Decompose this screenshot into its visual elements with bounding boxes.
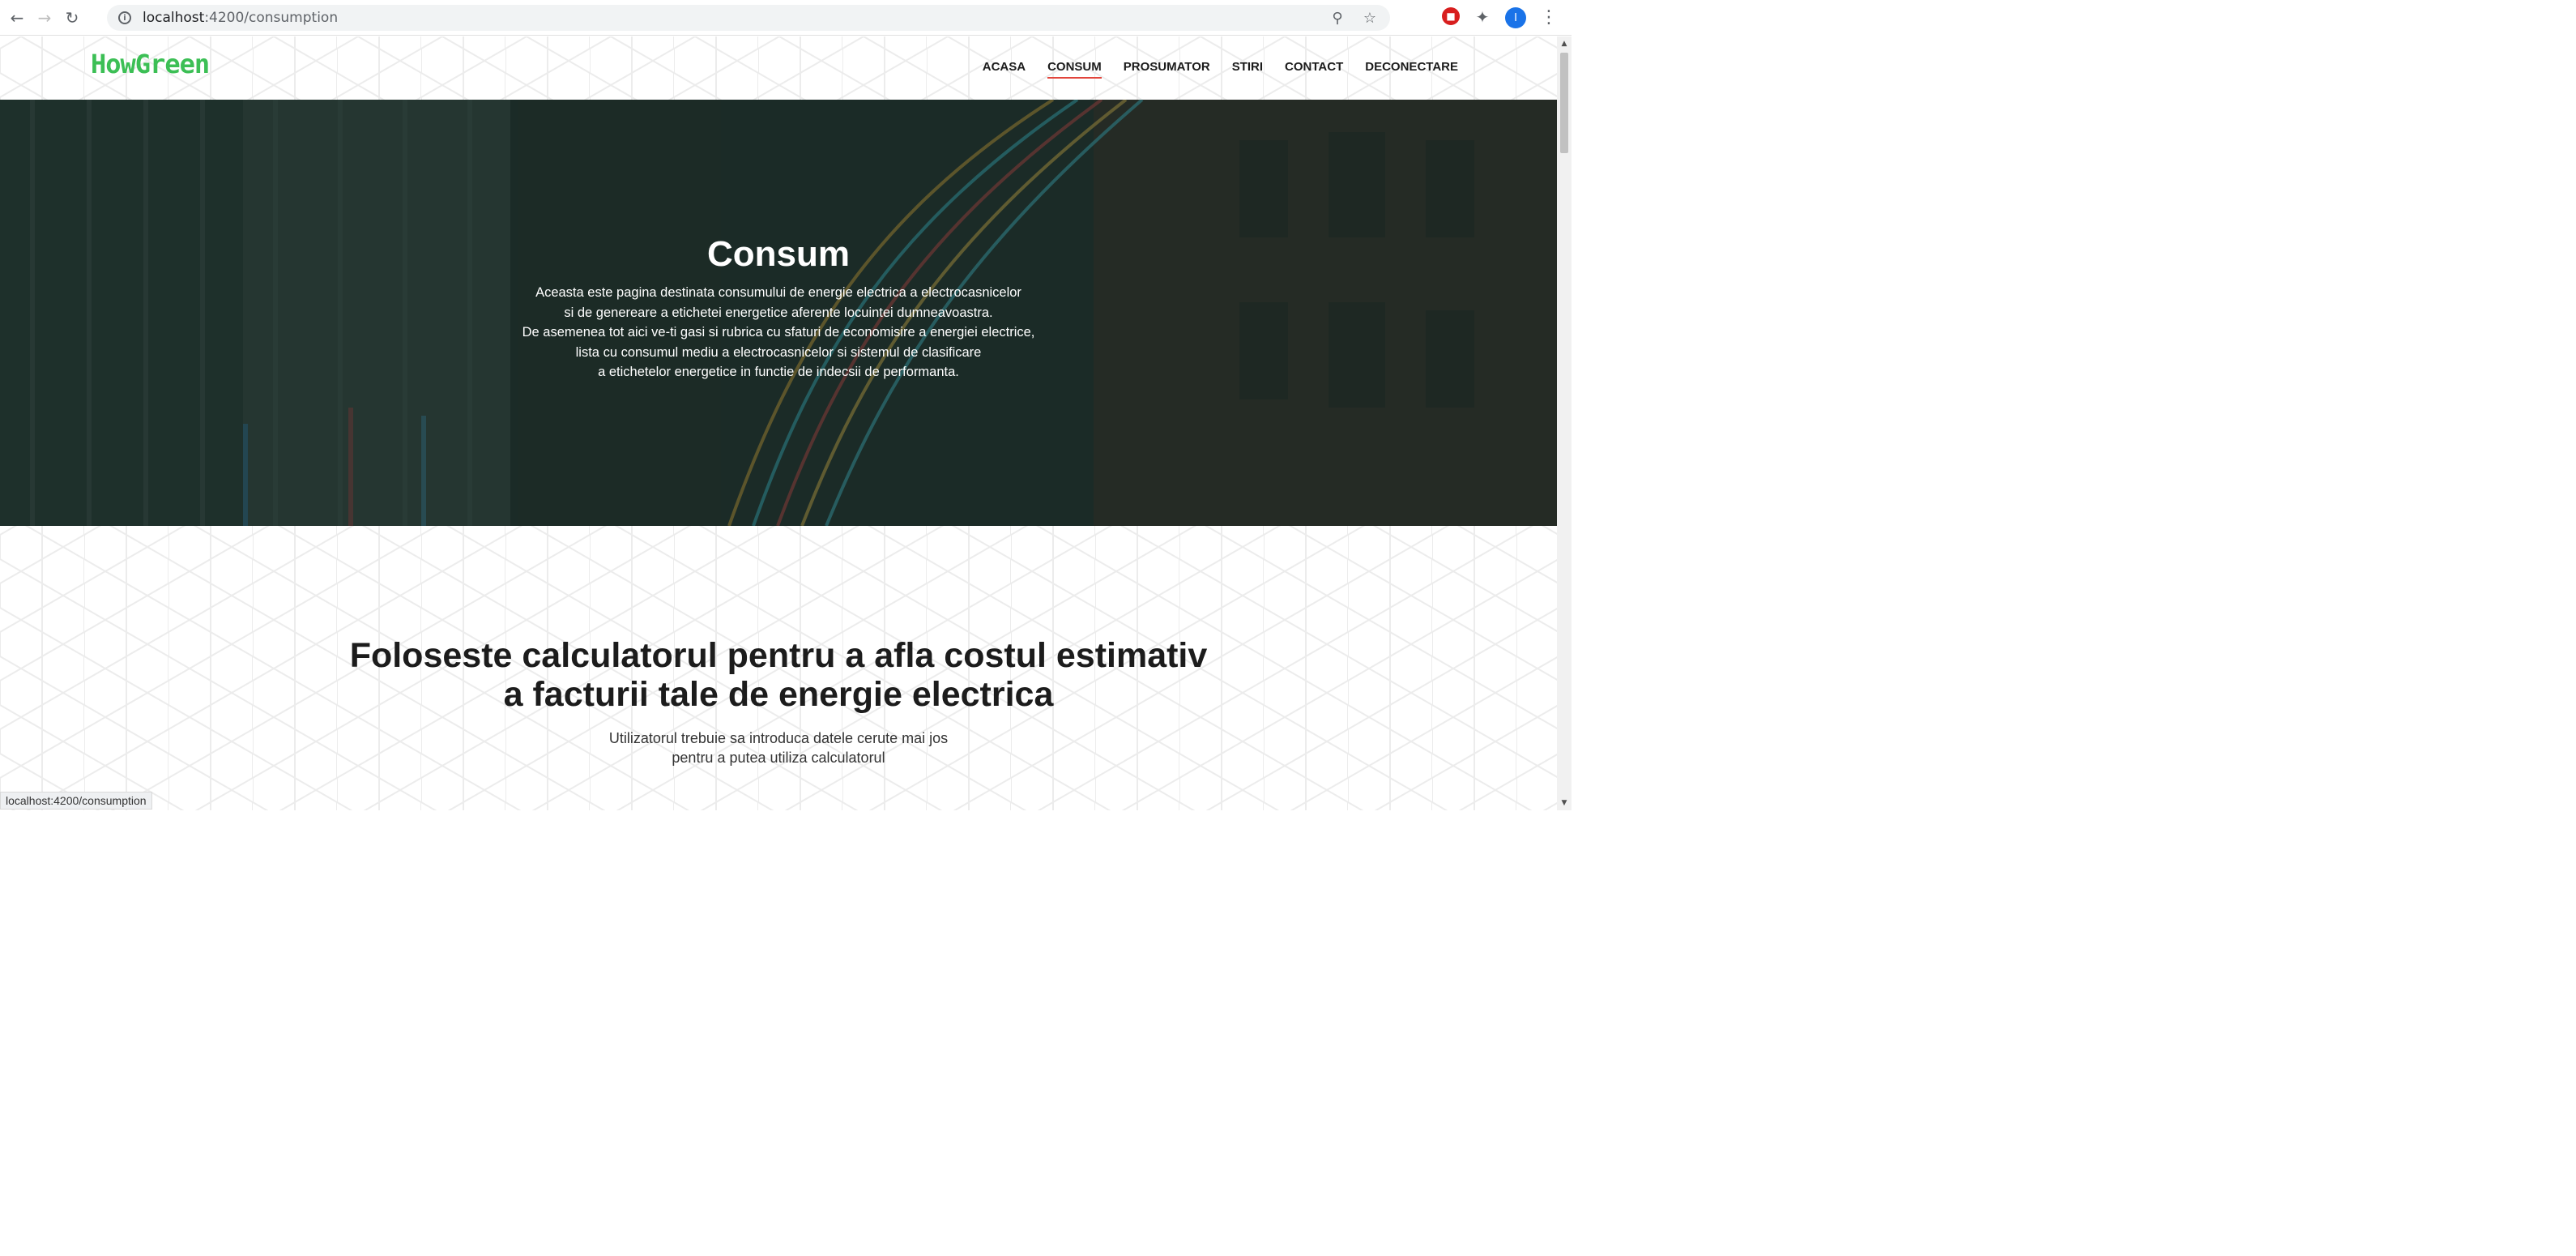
site-logo[interactable]: HowGreen [91,49,210,79]
page-scrollbar[interactable]: ▲ ▼ [1557,36,1572,810]
calculator-subtitle-line: Utilizatorul trebuie sa introduca datele… [608,730,949,746]
bookmark-star-icon[interactable]: ☆ [1361,9,1379,27]
calculator-title-line: a facturii tale de energie electrica [503,675,1054,714]
calculator-title: Foloseste calculatorul pentru a afla cos… [0,636,1557,714]
site-header: HowGreen ACASA CONSUM PROSUMATOR STIRI C… [0,36,1557,100]
address-url[interactable]: localhost:4200/consumption [143,10,338,26]
main-nav: ACASA CONSUM PROSUMATOR STIRI CONTACT DE… [983,60,1458,79]
nav-item-consum[interactable]: CONSUM [1047,60,1102,79]
hero-title: Consum [707,234,850,274]
profile-avatar[interactable]: I [1505,7,1526,28]
hero-description: Aceasta este pagina destinata consumului… [0,283,1557,382]
hero-line: Aceasta este pagina destinata consumului… [535,285,1021,300]
scroll-up-icon[interactable]: ▲ [1560,40,1568,48]
url-path: :4200/consumption [204,10,339,26]
address-bar[interactable]: i localhost:4200/consumption ⚲ ☆ [107,5,1390,31]
scroll-down-icon[interactable]: ▼ [1560,799,1568,807]
back-icon[interactable]: ← [6,7,28,28]
reload-icon[interactable]: ↻ [62,7,83,28]
nav-item-stiri[interactable]: STIRI [1232,60,1263,79]
extensions-puzzle-icon[interactable]: ✦ [1473,7,1492,27]
hero-line: De asemenea tot aici ve-ti gasi si rubri… [522,325,1035,340]
zoom-icon[interactable]: ⚲ [1329,9,1346,27]
extension-adblock-icon[interactable]: ■ [1442,7,1460,25]
link-status-bubble: localhost:4200/consumption [0,792,152,810]
page-viewport: HowGreen ACASA CONSUM PROSUMATOR STIRI C… [0,36,1557,810]
scrollbar-thumb[interactable] [1560,53,1568,153]
hero-banner: Consum Aceasta este pagina destinata con… [0,100,1557,526]
nav-item-prosumator[interactable]: PROSUMATOR [1124,60,1210,79]
nav-item-deconectare[interactable]: DECONECTARE [1365,60,1458,79]
calculator-subtitle: Utilizatorul trebuie sa introduca datele… [0,728,1557,767]
forward-icon[interactable]: → [34,7,55,28]
calculator-title-line: Foloseste calculatorul pentru a afla cos… [349,636,1208,675]
nav-item-contact[interactable]: CONTACT [1285,60,1343,79]
hero-line: a etichetelor energetice in functie de i… [598,365,959,379]
hero-line: si de genereare a etichetei energetice a… [564,305,993,320]
hero-line: lista cu consumul mediu a electrocasnice… [575,344,982,360]
site-info-icon[interactable]: i [118,11,131,24]
browser-menu-icon[interactable]: ⋮ [1540,7,1558,28]
browser-window: ← → ↻ i localhost:4200/consumption ⚲ ☆ ■… [0,0,1572,810]
browser-toolbar: ← → ↻ i localhost:4200/consumption ⚲ ☆ ■… [0,0,1572,36]
calculator-subtitle-line: pentru a putea utiliza calculatorul [672,750,885,766]
nav-item-acasa[interactable]: ACASA [983,60,1026,79]
url-host: localhost [143,10,205,26]
